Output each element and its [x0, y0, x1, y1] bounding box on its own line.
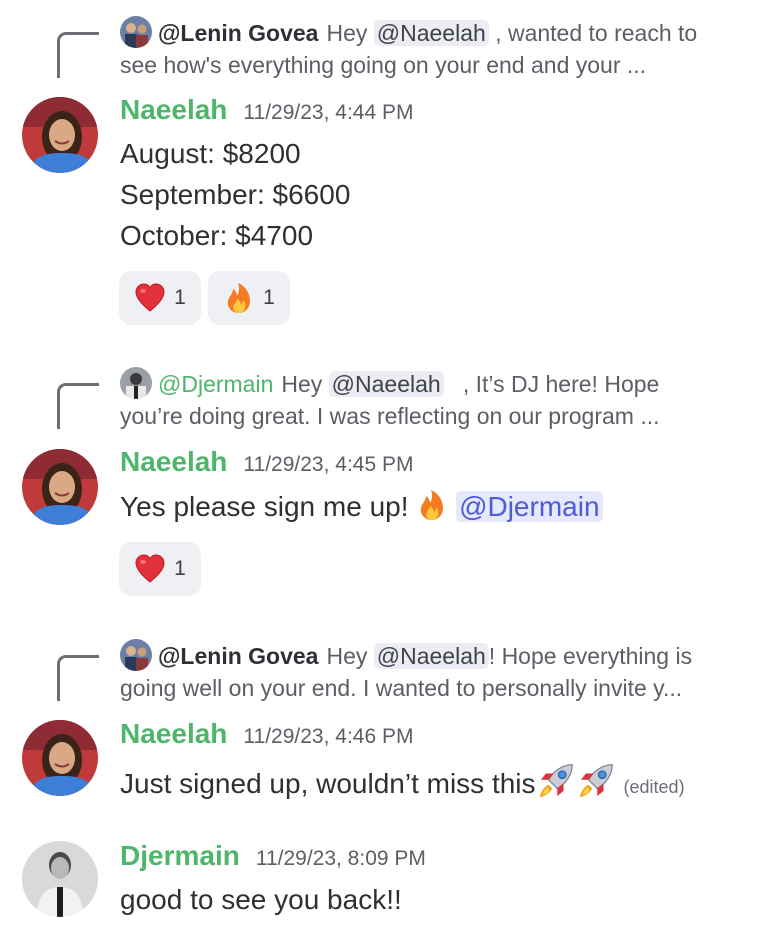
message-header: Naeelah 11/29/23, 4:45 PM [120, 446, 413, 478]
reply-text: going well on your end. I wanted to pers… [120, 675, 683, 701]
rocket-icon [576, 761, 616, 801]
message-text-span: Yes please sign me up! [120, 491, 409, 522]
reply-author[interactable]: @Lenin Govea [158, 20, 318, 46]
heart-icon [134, 553, 166, 585]
author-name[interactable]: Naeelah [120, 446, 227, 477]
message-text: Just signed up, wouldn’t miss this (edite… [120, 761, 685, 801]
message-text: September: $6600 [120, 179, 351, 210]
avatar [120, 639, 152, 671]
reply-preview[interactable]: @Lenin Govea Hey @Naeelah , wanted to rea… [120, 16, 760, 81]
message-text: Yes please sign me up! @Djermain [120, 489, 603, 523]
message-text: August: $8200 [120, 138, 301, 169]
message-text: good to see you back!! [120, 884, 402, 915]
reply-preview[interactable]: @Djermain Hey @Naeelah , It’s DJ here! Ho… [120, 367, 760, 432]
rocket-icon [536, 761, 576, 801]
timestamp: 11/29/23, 4:45 PM [243, 453, 414, 476]
reaction-count: 1 [263, 286, 275, 309]
fire-icon [416, 489, 448, 521]
heart-icon [134, 282, 166, 314]
author-name[interactable]: Naeelah [120, 94, 227, 125]
message-text: October: $4700 [120, 220, 314, 251]
message-header: Naeelah 11/29/23, 4:44 PM [120, 94, 413, 126]
message-header: Naeelah 11/29/23, 4:46 PM [120, 718, 413, 750]
mention[interactable]: @Naeelah [328, 371, 444, 397]
reply-text: , It’s DJ here! Hope [462, 371, 660, 397]
reply-text: Hey [281, 371, 323, 397]
reply-text: see how's everything going on your end a… [120, 52, 647, 78]
reaction-count: 1 [174, 557, 186, 580]
reaction-count: 1 [174, 286, 186, 309]
reply-connector-line [57, 383, 99, 429]
timestamp: 11/29/23, 4:46 PM [243, 725, 414, 748]
avatar[interactable] [22, 720, 98, 796]
avatar[interactable] [22, 449, 98, 525]
reply-text: you’re doing great. I was reflecting on … [120, 403, 660, 429]
reply-text: ! Hope everything is [488, 643, 693, 669]
edited-label: (edited) [623, 777, 685, 797]
reply-connector-line [57, 655, 99, 701]
reply-text: Hey [326, 20, 368, 46]
reply-text: Hey [326, 643, 368, 669]
author-name[interactable]: Naeelah [120, 718, 227, 749]
reply-connector-line [57, 32, 99, 78]
reply-text: , wanted to reach to [495, 20, 698, 46]
mention[interactable]: @Naeelah [373, 20, 489, 46]
mention[interactable]: @Naeelah [373, 643, 489, 669]
avatar [120, 367, 152, 399]
author-name[interactable]: Djermain [120, 840, 240, 871]
message-header: Djermain 11/29/23, 8:09 PM [120, 840, 426, 872]
reply-preview[interactable]: @Lenin Govea Hey @Naeelah! Hope everythin… [120, 639, 760, 704]
reaction-fire[interactable]: 1 [208, 271, 290, 325]
message-text-span: Just signed up, wouldn’t miss this [120, 768, 536, 799]
avatar[interactable] [22, 841, 98, 917]
avatar[interactable] [22, 97, 98, 173]
timestamp: 11/29/23, 8:09 PM [255, 847, 426, 870]
mention[interactable]: @Djermain [456, 491, 603, 522]
reaction-heart[interactable]: 1 [119, 271, 201, 325]
fire-icon [223, 282, 255, 314]
reaction-heart[interactable]: 1 [119, 542, 201, 596]
timestamp: 11/29/23, 4:44 PM [243, 101, 414, 124]
reply-author[interactable]: @Lenin Govea [158, 643, 318, 669]
avatar [120, 16, 152, 48]
reply-author[interactable]: @Djermain [158, 371, 273, 397]
